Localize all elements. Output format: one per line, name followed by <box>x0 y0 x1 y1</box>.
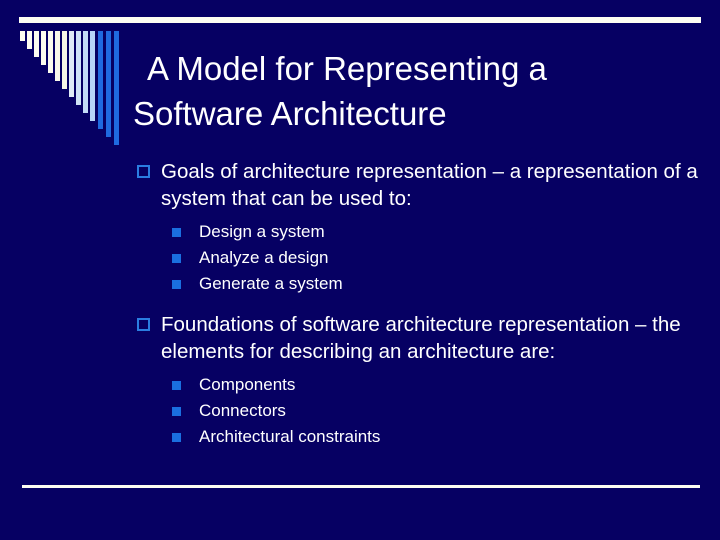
bullet-level2: Design a system <box>134 219 700 245</box>
bullet-level1: Foundations of software architecture rep… <box>134 312 700 365</box>
top-divider-rule <box>19 17 701 23</box>
slide-body-content: Goals of architecture representation – a… <box>134 159 700 460</box>
filled-square-bullet-icon <box>172 407 181 416</box>
bullet-level2-label: Architectural constraints <box>199 427 381 446</box>
bullet-level2-label: Connectors <box>199 401 286 420</box>
decoration-bar-7 <box>62 31 67 89</box>
bullet-level2: Analyze a design <box>134 245 700 271</box>
bullet-level2: Components <box>134 372 700 398</box>
decoration-bar-6 <box>55 31 60 81</box>
decoration-bar-3 <box>34 31 39 57</box>
slide-title-line-1: A Model for Representing a <box>147 50 547 87</box>
staircase-bar-graphic <box>20 31 120 151</box>
bullet-level2: Connectors <box>134 398 700 424</box>
presentation-slide: A Model for Representing a Software Arch… <box>0 0 720 540</box>
bullet-level2: Generate a system <box>134 271 700 297</box>
bullet-level2-label: Generate a system <box>199 274 343 293</box>
decoration-bar-4 <box>41 31 46 65</box>
decoration-bar-14 <box>114 31 119 145</box>
bullet-level1-label: Goals of architecture representation – a… <box>161 160 698 210</box>
decoration-bar-8 <box>69 31 74 97</box>
bullet-level1: Goals of architecture representation – a… <box>134 159 700 212</box>
bullet-level2-label: Components <box>199 375 296 394</box>
bottom-divider-rule <box>22 485 700 488</box>
hollow-square-bullet-icon <box>137 318 150 331</box>
filled-square-bullet-icon <box>172 280 181 289</box>
hollow-square-bullet-icon <box>137 165 150 178</box>
bullet-level2-label: Analyze a design <box>199 248 329 267</box>
bullet-level1-label: Foundations of software architecture rep… <box>161 313 681 363</box>
sub-bullet-list: Design a system Analyze a design Generat… <box>134 219 700 297</box>
filled-square-bullet-icon <box>172 433 181 442</box>
sub-bullet-list: Components Connectors Architectural cons… <box>134 372 700 450</box>
slide-title: A Model for Representing a Software Arch… <box>133 46 693 136</box>
decoration-bar-2 <box>27 31 32 49</box>
decoration-bar-1 <box>20 31 25 41</box>
filled-square-bullet-icon <box>172 254 181 263</box>
decoration-bar-10 <box>83 31 88 113</box>
decoration-bar-11 <box>90 31 95 121</box>
decoration-bar-12 <box>98 31 103 129</box>
bullet-level2: Architectural constraints <box>134 424 700 450</box>
bullet-level2-label: Design a system <box>199 222 325 241</box>
decoration-bar-13 <box>106 31 111 137</box>
decoration-bar-5 <box>48 31 53 73</box>
filled-square-bullet-icon <box>172 228 181 237</box>
slide-title-line-2: Software Architecture <box>133 95 447 132</box>
filled-square-bullet-icon <box>172 381 181 390</box>
decoration-bar-9 <box>76 31 81 105</box>
